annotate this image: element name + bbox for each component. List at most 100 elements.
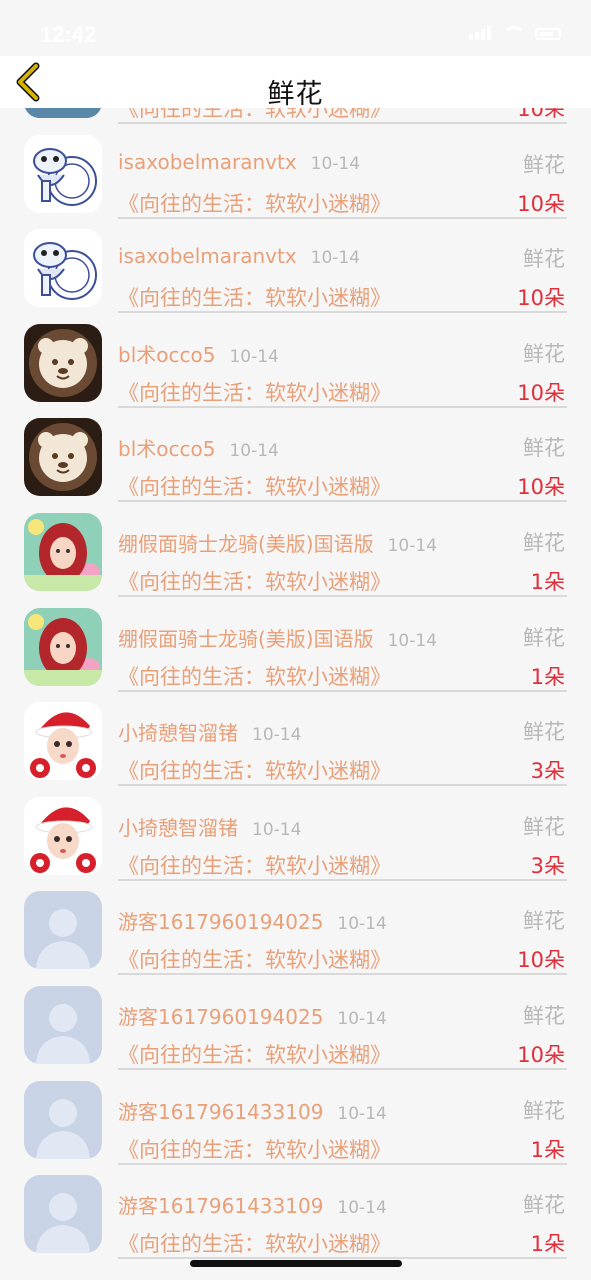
user-name: isaxobelmaranvtx 10-14 (118, 150, 360, 174)
wifi-icon (503, 26, 525, 40)
divider (118, 878, 567, 881)
program-title: 《向往的生活：软软小迷糊》 (118, 475, 391, 500)
user-name-text: 游客1617961433109 (118, 1194, 324, 1219)
gift-amount: 1朵 (530, 1232, 565, 1257)
user-name: 游客1617961433109 10-14 (118, 1096, 387, 1125)
list-item[interactable]: 小掎憩智溜锗 10-14 鲜花 《向往的生活：软软小迷糊》 3朵 (0, 693, 591, 787)
divider (118, 122, 567, 124)
battery-icon (535, 28, 561, 40)
user-name-text: 游客1617961433109 (118, 1099, 324, 1124)
status-bar: 12:42 (0, 0, 591, 56)
avatar[interactable] (24, 891, 102, 970)
program-title: 《向往的生活：软软小迷糊》 (118, 948, 391, 973)
program-title: 《向往的生活：软软小迷糊》 (118, 1137, 391, 1162)
avatar[interactable] (24, 229, 102, 308)
gift-type: 鲜花 (523, 1193, 565, 1218)
user-name-text: bl术occo5 (118, 342, 216, 367)
user-name: 小掎憩智溜锗 10-14 (118, 812, 301, 841)
program-title: 《向往的生活：软软小迷糊》 (118, 380, 391, 405)
user-name-text: isaxobelmaranvtx (118, 244, 297, 269)
gift-amount: 10朵 (517, 475, 565, 500)
divider (118, 1068, 567, 1070)
list-item[interactable]: 游客1617960194025 10-14 鲜花 《向往的生活：软软小迷糊》 10朵 (0, 882, 591, 976)
list-item[interactable]: 游客1617960194025 10-14 鲜花 《向往的生活：软软小迷糊》 10朵 (0, 977, 591, 1071)
gift-type: 鲜花 (523, 341, 565, 366)
record-date: 10-14 (310, 153, 361, 174)
list-item[interactable]: isaxobelmaranvtx 10-14 鲜花 《向往的生活：软软小迷糊》 10朵 (0, 220, 591, 314)
list-item[interactable]: 游客1617961433109 10-14 鲜花 《向往的生活：软软小迷糊》 1朵 (0, 1072, 591, 1166)
avatar[interactable] (24, 323, 102, 402)
divider (118, 216, 567, 219)
user-name-text: isaxobelmaranvtx (118, 149, 297, 174)
user-name: bl术occo5 10-14 (118, 339, 279, 368)
gift-record-list[interactable]: 《向往的生活：软软小迷糊》 10朵 isaxobelmaranvtx 10-14 鲜花《… (0, 108, 591, 1280)
program-title: 《向往的生活：软软小迷糊》 (118, 570, 391, 594)
avatar[interactable] (24, 1080, 102, 1159)
avatar[interactable] (24, 418, 102, 497)
list-item[interactable]: 绷假面骑士龙骑(美版)国语版 10-14 鲜花《向往的生活：软软小迷糊》 1朵 (0, 599, 591, 693)
gift-type: 鲜花 (523, 720, 565, 745)
record-date: 10-14 (310, 248, 361, 269)
divider (118, 311, 567, 314)
avatar[interactable] (24, 607, 102, 686)
gift-type: 鲜花 (523, 152, 565, 177)
user-name-text: 小掎憩智溜锗 (118, 721, 238, 746)
user-name-text: bl术occo5 (118, 437, 216, 462)
user-name: 游客1617960194025 10-14 (118, 906, 387, 935)
nav-bar: 鲜花 (0, 56, 591, 110)
user-name: 绷假面骑士龙骑(美版)国语版 10-14 (118, 528, 437, 557)
user-name: isaxobelmaranvtx 10-14 (118, 244, 360, 268)
gift-amount: 10朵 (517, 286, 565, 311)
gift-type: 鲜花 (523, 625, 565, 650)
gift-amount: 3朵 (530, 853, 565, 878)
avatar[interactable] (24, 986, 102, 1064)
divider (118, 689, 567, 692)
gift-amount: 1朵 (530, 664, 565, 689)
record-date: 10-14 (252, 819, 302, 840)
avatar[interactable] (24, 702, 102, 781)
list-item[interactable]: 绷假面骑士龙骑(美版)国语版 10-14 鲜花 《向往的生活：软软小迷糊》 1朵 (0, 504, 591, 598)
list-item[interactable]: 游客1617961433109 10-14 鲜花 《向往的生活：软软小迷糊》 1朵 (0, 1166, 591, 1260)
list-item[interactable]: bl术occo5 10-14 鲜花 《向往的生活：软软小迷糊》 10朵 (0, 409, 591, 503)
record-date: 10-14 (387, 630, 438, 651)
user-name-text: 绷假面骑士龙骑(美版)国语版 (118, 532, 374, 556)
avatar[interactable] (24, 134, 102, 213)
user-name: 游客1617960194025 10-14 (118, 1001, 387, 1030)
user-name-text: 绷假面骑士龙骑(美版)国语版 (118, 626, 374, 651)
home-indicator (190, 1260, 402, 1267)
record-date: 10-14 (337, 914, 387, 935)
record-date: 10-14 (337, 1103, 387, 1124)
divider (118, 784, 567, 787)
avatar[interactable] (24, 1175, 102, 1254)
divider (118, 1162, 567, 1165)
user-name: 绷假面骑士龙骑(美版)国语版 10-14 (118, 623, 437, 652)
signal-icon (469, 26, 493, 40)
user-name: 游客1617961433109 10-14 (118, 1190, 387, 1219)
list-item[interactable]: bl术occo5 10-14 鲜花《向往的生活：软软小迷糊》 10朵 (0, 315, 591, 409)
program-title: 《向往的生活：软软小迷糊》 (118, 664, 391, 689)
divider (118, 1257, 567, 1260)
gift-amount: 10朵 (517, 380, 565, 405)
avatar[interactable] (24, 796, 102, 875)
gift-type: 鲜花 (523, 1098, 565, 1123)
gift-amount: 10朵 (517, 191, 565, 216)
program-title: 《向往的生活：软软小迷糊》 (118, 853, 391, 878)
gift-amount: 10朵 (517, 1043, 565, 1067)
user-name-text: 游客1617960194025 (118, 1005, 324, 1029)
gift-type: 鲜花 (523, 247, 565, 272)
status-icons (469, 26, 561, 40)
avatar[interactable] (24, 513, 102, 591)
gift-type: 鲜花 (523, 814, 565, 839)
gift-type: 鲜花 (523, 1004, 565, 1028)
user-name-text: 小掎憩智溜锗 (118, 815, 238, 840)
page-title: 鲜花 (267, 79, 324, 110)
record-date: 10-14 (387, 536, 438, 556)
user-name: 小掎憩智溜锗 10-14 (118, 717, 301, 746)
record-date: 10-14 (229, 346, 279, 367)
list-item[interactable]: 小掎憩智溜锗 10-14 鲜花《向往的生活：软软小迷糊》 3朵 (0, 788, 591, 882)
list-item[interactable]: isaxobelmaranvtx 10-14 鲜花 《向往的生活：软软小迷糊》 10朵 (0, 126, 591, 220)
record-date: 10-14 (337, 1009, 387, 1029)
divider (118, 595, 567, 597)
gift-type: 鲜花 (523, 531, 565, 555)
user-name-text: 游客1617960194025 (118, 910, 324, 935)
